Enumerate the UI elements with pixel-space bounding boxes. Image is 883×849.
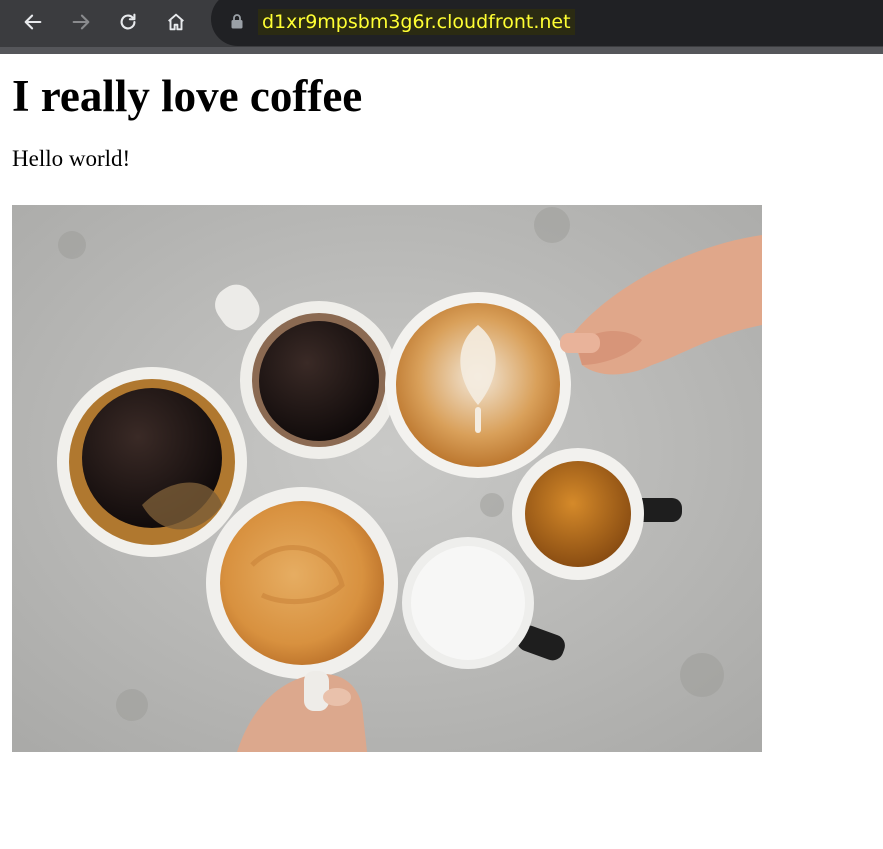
back-button[interactable] <box>17 6 49 38</box>
page-content: I really love coffee Hello world! <box>12 54 872 172</box>
page-title: I really love coffee <box>12 71 363 121</box>
reload-icon <box>120 13 136 30</box>
forward-icon <box>72 14 90 30</box>
toolbar-divider <box>0 47 883 54</box>
address-bar-url[interactable]: d1xr9mpsbm3g6r.cloudfront.net <box>258 9 575 35</box>
back-icon <box>24 14 42 30</box>
home-button[interactable] <box>160 6 192 38</box>
browser-toolbar: d1xr9mpsbm3g6r.cloudfront.net <box>0 0 883 54</box>
forward-button[interactable] <box>65 6 97 38</box>
home-icon <box>168 13 184 31</box>
lock-icon <box>231 14 243 29</box>
reload-button[interactable] <box>112 6 144 38</box>
greeting-text: Hello world! <box>12 146 131 171</box>
coffee-cups-photo <box>12 205 762 752</box>
